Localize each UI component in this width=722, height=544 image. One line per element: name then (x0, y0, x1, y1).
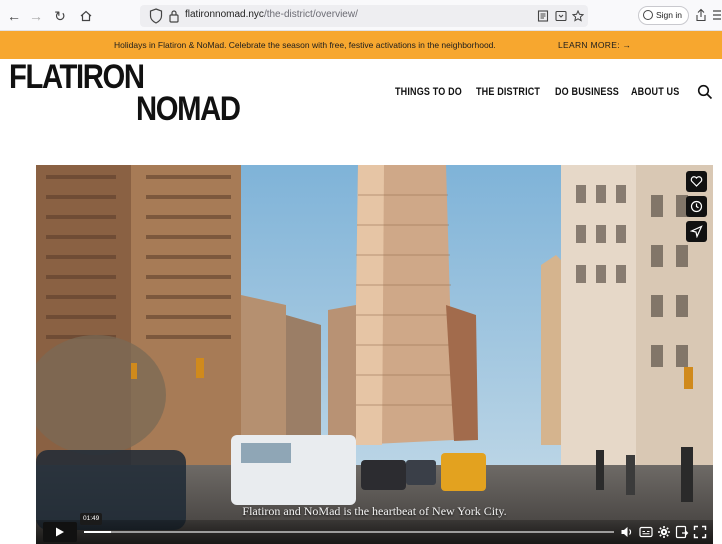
reader-view-icon[interactable] (537, 10, 549, 22)
home-icon[interactable] (76, 6, 96, 26)
progress-track[interactable] (84, 531, 614, 533)
clock-icon (690, 200, 703, 213)
heart-icon (690, 176, 703, 187)
watch-later-button[interactable] (686, 196, 707, 217)
logo-nomad[interactable]: NOMAD (136, 92, 241, 126)
browser-toolbar: ← → ↻ flatironnomad.nyc/the-district/ove… (0, 0, 722, 31)
learn-more-link[interactable]: LEARN MORE: → (558, 40, 631, 50)
nav-the-district[interactable]: THE DISTRICT (476, 86, 540, 98)
volume-icon[interactable] (620, 525, 634, 539)
save-to-pocket-icon[interactable] (555, 10, 567, 22)
play-button[interactable] (43, 522, 77, 542)
time-tooltip: 01:49 (80, 513, 103, 525)
address-bar[interactable]: flatironnomad.nyc/the-district/overview/ (140, 5, 588, 27)
forward-arrow-icon[interactable]: → (26, 6, 46, 26)
sign-in-label: Sign in (656, 10, 682, 20)
lock-icon[interactable] (168, 9, 180, 23)
account-icon (643, 10, 653, 20)
video-controls (36, 520, 713, 544)
street-scene-image (36, 165, 713, 544)
send-icon (690, 225, 703, 238)
nav-do-business[interactable]: DO BUSINESS (555, 86, 619, 98)
sign-in-button[interactable]: Sign in (638, 6, 689, 25)
reload-icon[interactable]: ↻ (50, 6, 70, 26)
banner-text: Holidays in Flatiron & NoMad. Celebrate … (114, 40, 496, 50)
share-icon[interactable] (675, 525, 689, 539)
video-caption: Flatiron and NoMad is the heartbeat of N… (242, 504, 507, 518)
hero-video[interactable]: Flatiron and NoMad is the heartbeat of N… (36, 165, 713, 544)
url-path: /the-district/overview/ (263, 9, 358, 20)
fullscreen-icon[interactable] (693, 525, 707, 539)
settings-icon[interactable] (657, 525, 671, 539)
play-icon (56, 527, 64, 537)
search-icon[interactable] (697, 84, 713, 100)
share-page-icon[interactable] (694, 8, 708, 22)
captions-icon[interactable] (639, 525, 653, 539)
logo-flatiron[interactable]: FLATIRON (9, 60, 145, 94)
announcement-banner: Holidays in Flatiron & NoMad. Celebrate … (0, 31, 722, 59)
url-text[interactable]: flatironnomad.nyc/the-district/overview/ (185, 9, 358, 20)
like-button[interactable] (686, 171, 707, 192)
bookmark-star-icon[interactable] (572, 10, 584, 22)
nav-things-to-do[interactable]: THINGS TO DO (395, 86, 462, 98)
back-arrow-icon[interactable]: ← (4, 6, 24, 26)
url-domain: flatironnomad.nyc (185, 9, 264, 20)
progress-fill (84, 531, 111, 533)
share-video-button[interactable] (686, 221, 707, 242)
shield-icon[interactable] (149, 8, 163, 24)
nav-about-us[interactable]: ABOUT US (631, 86, 679, 98)
menu-icon[interactable] (712, 8, 722, 22)
